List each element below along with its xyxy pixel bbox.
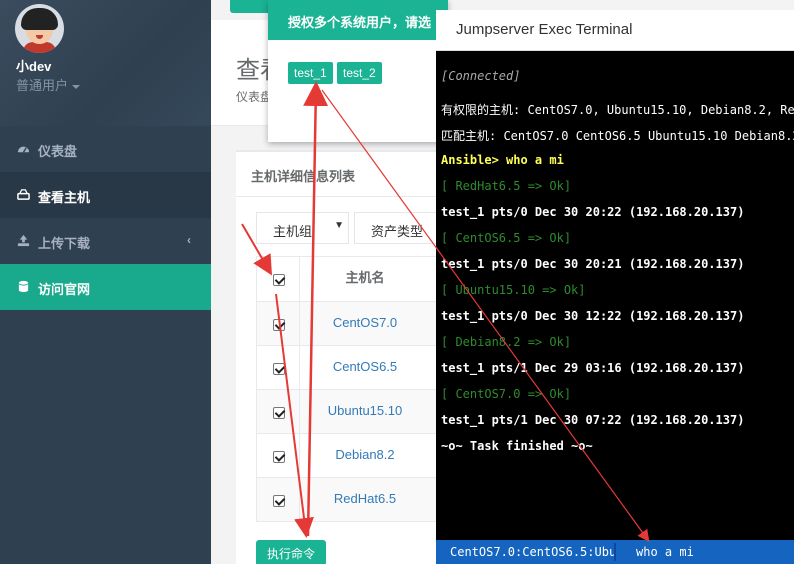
host-group-select-label: 主机组 [273,224,313,239]
table-header-row: 主机名 [257,257,445,301]
host-link[interactable]: CentOS7.0 [300,302,430,345]
database-icon [18,280,29,293]
popup-title: 授权多个系统用户，请选 [288,15,432,30]
system-user-tag[interactable]: test_1 [288,62,333,84]
terminal-line: 匹配主机: CentOS7.0 CentOS6.5 Ubuntu15.10 De… [441,129,794,143]
breadcrumb[interactable]: 仪表盘 [236,88,272,105]
row-checkbox[interactable] [273,363,285,375]
sidebar-item-dashboard[interactable]: 仪表盘 [0,126,211,172]
hdd-icon [17,189,30,200]
terminal-line: [ CentOS6.5 => Ok] [441,231,572,245]
row-checkbox[interactable] [273,495,285,507]
terminal-line: Ansible> who a mi [441,153,564,167]
terminal-line: test_1 pts/0 Dec 30 12:22 (192.168.20.13… [441,309,745,323]
row-checkbox[interactable] [273,407,285,419]
sidebar-item-official-site[interactable]: 访问官网 [0,264,211,310]
dropdown-triangle-icon: ▼ [334,220,344,231]
table-row[interactable]: Ubuntu15.10 [257,389,445,433]
execute-command-button[interactable]: 执行命令 [256,540,326,564]
terminal-input-bar: CentOS7.0:CentOS6.5:Ubu who a mi [436,540,794,564]
terminal-line: test_1 pts/1 Dec 30 07:22 (192.168.20.13… [441,413,745,427]
sidebar-item-label: 仪表盘 [38,144,78,159]
terminal-line: test_1 pts/1 Dec 29 03:16 (192.168.20.13… [441,361,745,375]
host-link[interactable]: Ubuntu15.10 [300,390,430,433]
terminal-line: test_1 pts/0 Dec 30 20:21 (192.168.20.13… [441,257,745,271]
asset-type-select[interactable]: 资产类型 [354,212,446,244]
caret-down-icon [72,84,81,89]
row-checkbox[interactable] [273,319,285,331]
select-all-checkbox[interactable] [273,274,285,286]
panel-title: 主机详细信息列表 [251,169,356,184]
column-header-hostname[interactable]: 主机名 [300,257,430,301]
upload-icon [17,234,30,247]
host-link[interactable]: RedHat6.5 [300,478,430,521]
system-user-tag[interactable]: test_2 [337,62,382,84]
asset-type-select-label: 资产类型 [371,224,424,239]
hosts-input[interactable]: CentOS7.0:CentOS6.5:Ubu [440,543,616,561]
chevron-left-icon: ‹ [187,233,191,247]
terminal-line: test_1 pts/0 Dec 30 20:22 (192.168.20.13… [441,205,745,219]
divider [236,196,446,197]
avatar[interactable] [15,4,64,53]
terminal-line: ~o~ Task finished ~o~ [441,439,593,453]
sidebar-item-label: 上传下载 [38,236,91,251]
sidebar-item-upload-download[interactable]: 上传下载 ‹ [0,218,211,264]
terminal-line: 有权限的主机: CentOS7.0, Ubuntu15.10, Debian8.… [441,103,794,117]
sidebar-item-label: 查看主机 [38,190,91,205]
terminal-line: [ Debian8.2 => Ok] [441,335,572,349]
command-input[interactable]: who a mi [626,543,794,561]
popup-header: 授权多个系统用户，请选 [268,0,448,40]
terminal-line: [ CentOS7.0 => Ok] [441,387,572,401]
sidebar-item-label: 访问官网 [38,282,91,297]
terminal-line: [Connected] [441,69,521,83]
terminal-line: [ RedHat6.5 => Ok] [441,179,572,193]
system-user-auth-popup: 授权多个系统用户，请选 test_1 test_2 [268,0,448,142]
profile-name: 小dev [16,59,52,74]
terminal-title: Jumpserver Exec Terminal [456,21,633,38]
table-row[interactable]: RedHat6.5 [257,477,445,521]
exec-terminal-window: Jumpserver Exec Terminal [Connected] 有权限… [436,10,794,564]
table-row[interactable]: Debian8.2 [257,433,445,477]
terminal-line: [ Ubuntu15.10 => Ok] [441,283,586,297]
table-row[interactable]: CentOS6.5 [257,345,445,389]
dashboard-icon [17,146,30,153]
terminal-titlebar: Jumpserver Exec Terminal [436,10,794,51]
profile-header: 小dev 普通用户 [0,0,211,126]
row-checkbox[interactable] [273,451,285,463]
sidebar: 小dev 普通用户 仪表盘 查看主机 上传下载 ‹ 访问官网 [0,0,211,564]
host-table: 主机名 CentOS7.0 CentOS6.5 Ubuntu15.10 Debi… [256,256,446,522]
profile-role-dropdown[interactable]: 普通用户 [16,75,81,94]
host-group-select[interactable]: 主机组 ▼ [256,212,349,244]
host-link[interactable]: CentOS6.5 [300,346,430,389]
table-row[interactable]: CentOS7.0 [257,301,445,345]
sidebar-item-hosts[interactable]: 查看主机 [0,172,211,218]
host-link[interactable]: Debian8.2 [300,434,430,477]
